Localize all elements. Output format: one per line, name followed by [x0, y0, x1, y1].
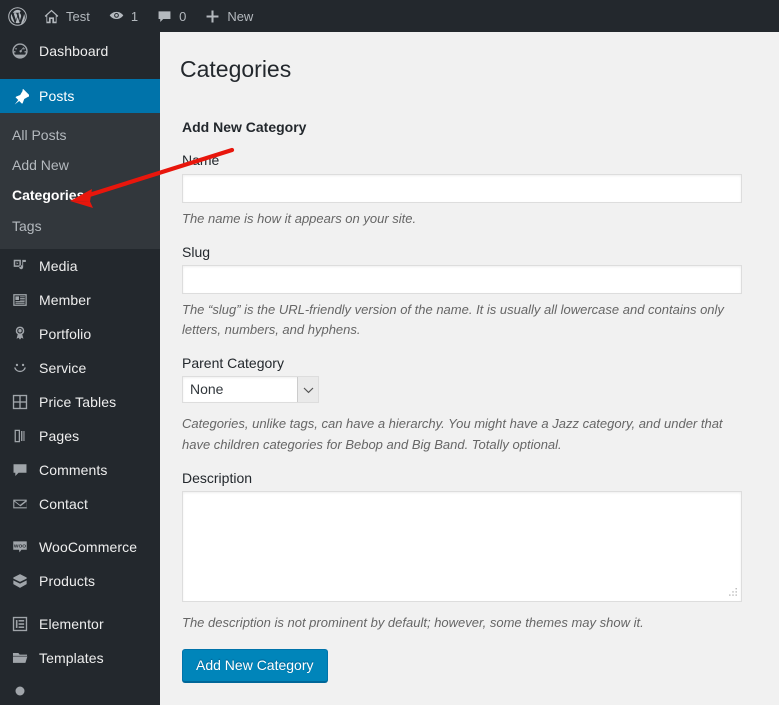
name-input[interactable]	[182, 173, 742, 203]
sidebar-item-member-label: Member	[39, 291, 91, 308]
grid-table-icon	[10, 392, 30, 412]
folder-icon	[10, 648, 30, 668]
page-title: Categories	[180, 56, 292, 82]
slug-input[interactable]	[182, 265, 742, 294]
smiley-face-icon	[10, 358, 30, 378]
sidebar-separator-4	[0, 675, 160, 684]
sidebar-item-posts-label: Posts	[39, 88, 75, 104]
home-icon	[43, 8, 60, 25]
sidebar-submenu-item-add-new[interactable]: Add New	[0, 150, 160, 180]
field-description-help: The description is not prominent by defa…	[182, 614, 644, 630]
wordpress-logo-icon	[8, 6, 27, 26]
adminbar-wordpress-logo[interactable]	[0, 0, 34, 32]
description-textarea-wrap	[182, 490, 742, 602]
adminbar-site-name-label: Test	[66, 8, 90, 24]
field-name: Name The name is how it appears on your …	[182, 151, 779, 228]
sidebar-item-service-label: Service	[39, 359, 87, 376]
product-box-icon	[10, 571, 30, 591]
sidebar-separator-3	[0, 598, 160, 607]
field-name-help: The name is how it appears on your site.	[182, 210, 417, 226]
field-slug-help: The “slug” is the URL-friendly version o…	[182, 302, 724, 338]
adminbar-comments[interactable]: 0	[147, 0, 195, 32]
adminbar-new-content[interactable]: New	[195, 0, 262, 32]
parent-category-select[interactable]: None	[182, 376, 319, 404]
sidebar-submenu-posts: All Posts Add New Categories Tags	[0, 113, 160, 249]
wordpress-admin-screen: Test 1 0 New Dashboard Posts All Posts A…	[0, 0, 779, 705]
comment-bubble-icon	[156, 8, 173, 25]
field-name-label: Name	[182, 152, 220, 169]
adminbar-updates[interactable]: 1	[99, 0, 147, 32]
sidebar-separator-1	[0, 70, 160, 79]
field-parent-category-label: Parent Category	[182, 355, 284, 372]
sidebar-item-portfolio-label: Portfolio	[39, 325, 92, 342]
sidebar-item-woocommerce-label: WooCommerce	[39, 538, 138, 555]
envelope-icon	[10, 494, 30, 514]
adminbar-site-name[interactable]: Test	[34, 0, 99, 32]
member-card-icon	[10, 290, 30, 310]
field-parent-category: Parent Category None Categories, unlike …	[182, 354, 779, 454]
sidebar-item-partial-cutoff[interactable]	[0, 684, 160, 698]
adminbar-new-label: New	[227, 8, 254, 24]
pushpin-icon	[10, 86, 30, 106]
sidebar-item-elementor-label: Elementor	[39, 615, 104, 632]
field-parent-category-help: Categories, unlike tags, can have a hier…	[182, 416, 723, 452]
sidebar-submenu-item-tags[interactable]: Tags	[0, 211, 160, 241]
sidebar-submenu-item-all-posts[interactable]: All Posts	[0, 120, 160, 150]
field-slug-label: Slug	[182, 243, 211, 260]
sidebar-item-products-label: Products	[39, 572, 96, 589]
svg-text:WOO: WOO	[14, 543, 26, 549]
sidebar-item-dashboard-label: Dashboard	[39, 43, 109, 59]
sidebar-item-portfolio[interactable]: Portfolio	[0, 317, 160, 351]
add-category-form: Add New Category Name The name is how it…	[160, 118, 779, 683]
sidebar-item-media-label: Media	[39, 257, 78, 274]
sidebar-item-price-tables[interactable]: Price Tables	[0, 385, 160, 419]
sidebar-item-templates[interactable]: Templates	[0, 641, 160, 675]
sidebar-item-woocommerce[interactable]: WOO WooCommerce	[0, 530, 160, 564]
field-slug: Slug The “slug” is the URL-friendly vers…	[182, 243, 779, 340]
add-new-category-button[interactable]: Add New Category	[182, 649, 328, 683]
sidebar-submenu-item-categories[interactable]: Categories	[0, 180, 160, 210]
sidebar-separator-2	[0, 521, 160, 530]
woocommerce-icon: WOO	[10, 537, 30, 557]
parent-category-selected-value: None	[190, 381, 224, 398]
settings-gear-icon	[10, 684, 30, 698]
award-ribbon-icon	[10, 324, 30, 344]
updates-icon	[108, 8, 125, 25]
admin-bar: Test 1 0 New	[0, 0, 779, 32]
plus-icon	[204, 8, 221, 25]
media-icon	[10, 256, 30, 276]
sidebar-item-pages-label: Pages	[39, 427, 80, 444]
sidebar-item-pages[interactable]: Pages	[0, 419, 160, 453]
field-description-label: Description	[182, 469, 253, 486]
sidebar-item-contact-label: Contact	[39, 495, 88, 512]
adminbar-comments-count: 0	[179, 8, 187, 24]
field-description: Description The description is not promi…	[182, 469, 779, 633]
sidebar-item-service[interactable]: Service	[0, 351, 160, 385]
adminbar-updates-count: 1	[130, 8, 139, 24]
sidebar-item-member[interactable]: Member	[0, 283, 160, 317]
sidebar-item-contact[interactable]: Contact	[0, 487, 160, 521]
chevron-down-icon[interactable]	[297, 377, 318, 403]
sidebar-item-elementor[interactable]: Elementor	[0, 607, 160, 641]
admin-sidebar-menu: Dashboard Posts All Posts Add New Catego…	[0, 32, 160, 705]
sidebar-item-templates-label: Templates	[39, 649, 104, 666]
sidebar-item-media[interactable]: Media	[0, 249, 160, 283]
dashboard-icon	[10, 41, 30, 61]
sidebar-item-comments-label: Comments	[39, 461, 108, 478]
elementor-icon	[10, 614, 30, 634]
form-heading: Add New Category	[182, 118, 307, 135]
content-area: Categories Add New Category Name The nam…	[160, 32, 779, 705]
description-textarea[interactable]	[182, 490, 742, 602]
pages-icon	[10, 426, 30, 446]
sidebar-item-comments[interactable]: Comments	[0, 453, 160, 487]
sidebar-item-price-tables-label: Price Tables	[39, 393, 117, 410]
sidebar-item-products[interactable]: Products	[0, 564, 160, 598]
sidebar-item-posts[interactable]: Posts	[0, 79, 160, 113]
comment-bubble-icon	[10, 460, 30, 480]
sidebar-item-dashboard[interactable]: Dashboard	[0, 32, 160, 70]
